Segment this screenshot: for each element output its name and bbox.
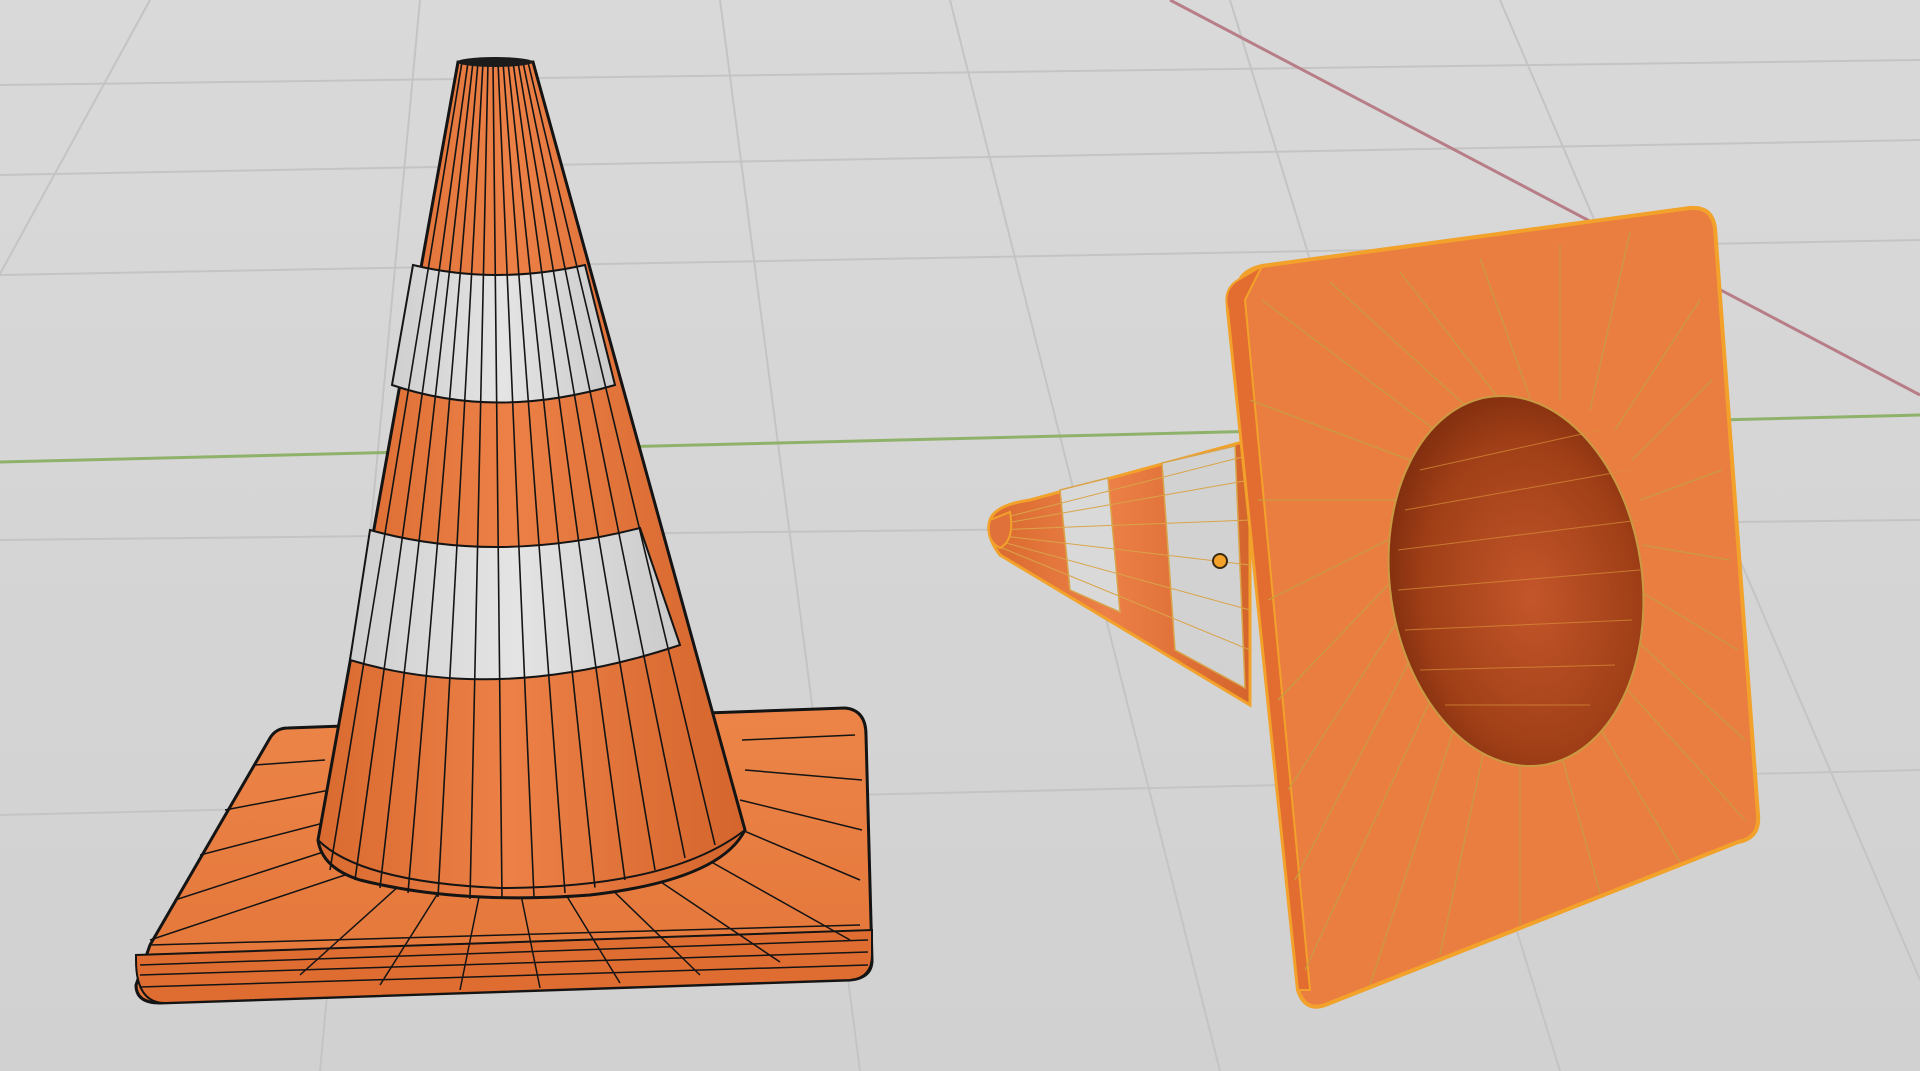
cone-left-white-band-lower bbox=[348, 526, 682, 681]
traffic-cone-left[interactable] bbox=[134, 57, 874, 1005]
viewport-scene[interactable] bbox=[0, 0, 1920, 1071]
traffic-cone-right-selected[interactable] bbox=[987, 205, 1761, 1009]
cone-left-tip bbox=[457, 57, 533, 67]
cone-left-body bbox=[316, 60, 747, 900]
object-origin-point[interactable] bbox=[1212, 553, 1228, 569]
3d-viewport[interactable] bbox=[0, 0, 1920, 1071]
